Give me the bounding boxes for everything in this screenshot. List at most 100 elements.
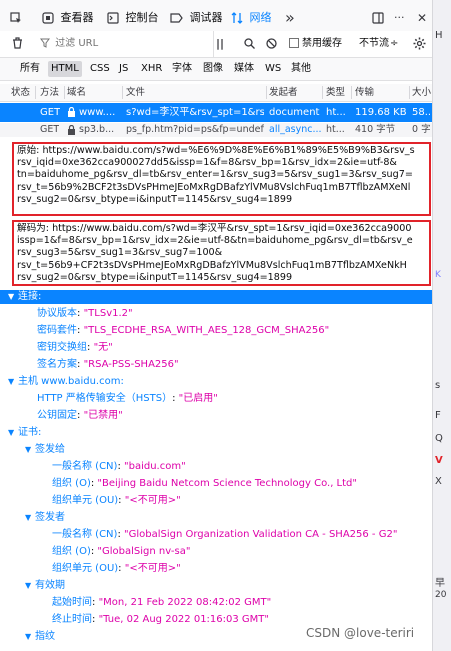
cipher-value: "TLS_ECDHE_RSA_WITH_AES_128_GCM_SHA256" bbox=[83, 325, 330, 336]
tree-row-issuer-o[interactable]: 组织 (O): "GlobalSign nv-sa" bbox=[52, 545, 190, 559]
protocol-key: 协议版本 bbox=[37, 308, 77, 319]
issuer-ou-key: 组织单元 (OU) bbox=[52, 563, 119, 574]
hsts-value: "已启用" bbox=[178, 393, 218, 404]
issuer-cn-value: "GlobalSign Organization Validation CA -… bbox=[124, 529, 398, 540]
expand-arrow-icon: ▼ bbox=[25, 445, 32, 454]
col-domain[interactable]: 域名 bbox=[67, 84, 86, 101]
request-initiator[interactable]: all_async... bbox=[269, 123, 321, 137]
cn-value: "baidu.com" bbox=[124, 461, 186, 472]
request-table-header: 状态 方法 域名 文件 发起者 类型 传输 大小 bbox=[0, 84, 432, 102]
connection-label: 连接: bbox=[18, 291, 42, 302]
ou-key: 组织单元 (OU) bbox=[52, 495, 119, 506]
o-value: "Beijing Baidu Netcom Science Technology… bbox=[97, 478, 357, 489]
type-tab-fonts[interactable]: 字体 bbox=[169, 61, 195, 77]
decoded-url-line: issp=1&f=8&rsv_bp=1&rsv_idx=2&ie=utf-8&t… bbox=[17, 235, 413, 247]
col-initiator[interactable]: 发起者 bbox=[269, 84, 298, 101]
pinning-value: "已禁用" bbox=[83, 410, 123, 421]
request-method: GET bbox=[40, 107, 61, 118]
throttle-select[interactable]: 不节流÷ bbox=[359, 31, 398, 57]
issuer-o-value: "GlobalSign nv-sa" bbox=[97, 546, 191, 557]
tree-node-connection[interactable]: ▼ 连接: bbox=[0, 290, 432, 304]
type-tab-ws[interactable]: WS bbox=[262, 61, 284, 77]
type-tab-js[interactable]: JS bbox=[116, 61, 131, 77]
tree-row-pinning[interactable]: 公钥固定: "已禁用" bbox=[37, 409, 123, 423]
kex-key: 密钥交换组 bbox=[37, 342, 87, 353]
original-url-line: rsv_t=56b9%2BCF2t3sDVsPHmeJEoMxRgDBafzYl… bbox=[17, 181, 411, 193]
disable-cache-checkbox[interactable] bbox=[289, 38, 299, 48]
network-arrows-icon bbox=[231, 12, 243, 24]
throttle-arrow-icon: ÷ bbox=[390, 38, 399, 49]
decoded-url-box: 解码为: https://www.baidu.com/s?wd=李汉平&rsv_… bbox=[12, 220, 431, 286]
trash-icon bbox=[13, 37, 22, 49]
type-tab-images[interactable]: 图像 bbox=[200, 61, 226, 77]
tree-row-kex[interactable]: 密钥交换组: "无" bbox=[37, 341, 113, 355]
col-transfer[interactable]: 传输 bbox=[355, 84, 374, 101]
tree-row-issuer-ou[interactable]: 组织单元 (OU): "<不可用>" bbox=[52, 562, 181, 576]
filter-url-input[interactable]: 过滤 URL bbox=[40, 31, 205, 57]
expand-arrow-icon: ▼ bbox=[25, 581, 32, 590]
request-size: 58... bbox=[412, 107, 432, 118]
certificate-label: 证书: bbox=[18, 427, 42, 438]
tab-console-label: 控制台 bbox=[125, 11, 159, 24]
col-method[interactable]: 方法 bbox=[40, 84, 59, 101]
type-tab-css[interactable]: CSS bbox=[87, 61, 113, 77]
expand-arrow-icon: ▼ bbox=[8, 377, 15, 386]
decoded-url-line: rsv_t=56b9+CF2t3sDVsPHmeJEoMxRgDBafzYlVM… bbox=[17, 259, 407, 271]
tree-row-subject-o[interactable]: 组织 (O): "Beijing Baidu Netcom Science Te… bbox=[52, 477, 357, 491]
tree-row-issuer-cn[interactable]: 一般名称 (CN): "GlobalSign Organization Vali… bbox=[52, 528, 397, 542]
request-transfer: 410 字节 bbox=[355, 124, 396, 135]
pause-button[interactable]: || bbox=[216, 31, 224, 57]
col-size[interactable]: 大小 bbox=[412, 84, 431, 101]
tree-node-fingerprint[interactable]: ▼ 指纹 bbox=[25, 630, 55, 644]
type-tab-other[interactable]: 其他 bbox=[288, 61, 314, 77]
search-button[interactable] bbox=[244, 31, 255, 57]
clear-button[interactable] bbox=[12, 31, 23, 57]
disable-cache-toggle[interactable]: 禁用缓存 bbox=[289, 31, 342, 57]
search-icon bbox=[244, 37, 255, 49]
hsts-key: HTTP 严格传输安全（HSTS） bbox=[37, 393, 173, 404]
type-tab-xhr[interactable]: XHR bbox=[138, 61, 165, 77]
col-file[interactable]: 文件 bbox=[126, 84, 145, 101]
table-row[interactable]: 200 GET www.... s?wd=李汉平&rsv_spt=1&rsv_i… bbox=[0, 103, 432, 122]
gear-icon bbox=[413, 37, 426, 49]
lock-icon bbox=[67, 123, 76, 137]
o-key: 组织 (O) bbox=[52, 478, 91, 489]
block-button[interactable] bbox=[266, 31, 277, 57]
table-row[interactable]: 200 GET sp3.b... ps_fp.htm?pid=ps&fp=und… bbox=[0, 123, 432, 137]
tree-row-valid-to[interactable]: 终止时间: "Tue, 02 Aug 2022 01:16:03 GMT" bbox=[52, 613, 269, 627]
type-tab-media[interactable]: 媒体 bbox=[231, 61, 257, 77]
tree-node-issuer[interactable]: ▼ 签发者 bbox=[25, 511, 65, 525]
tree-node-certificate[interactable]: ▼ 证书: bbox=[8, 426, 41, 440]
background-page-text: X bbox=[435, 476, 442, 487]
console-icon bbox=[107, 12, 119, 24]
tree-row-cipher[interactable]: 密码套件: "TLS_ECDHE_RSA_WITH_AES_128_GCM_SH… bbox=[37, 324, 329, 338]
tree-row-subject-cn[interactable]: 一般名称 (CN): "baidu.com" bbox=[52, 460, 186, 474]
tree-row-protocol[interactable]: 协议版本: "TLSv1.2" bbox=[37, 307, 133, 321]
col-divider bbox=[122, 86, 123, 99]
background-page-text: 20 bbox=[435, 590, 447, 600]
element-picker-icon bbox=[10, 12, 21, 23]
tree-row-valid-from[interactable]: 起始时间: "Mon, 21 Feb 2022 08:42:02 GMT" bbox=[52, 596, 271, 610]
tree-row-subject-ou[interactable]: 组织单元 (OU): "<不可用>" bbox=[52, 494, 181, 508]
request-domain: sp3.b... bbox=[79, 124, 115, 135]
lock-icon bbox=[67, 103, 76, 122]
tree-row-signature[interactable]: 签名方案: "RSA-PSS-SHA256" bbox=[37, 358, 179, 372]
request-type-tabs: 所有 HTML CSS JS XHR 字体 图像 媒体 WS 其他 bbox=[0, 58, 432, 81]
settings-button[interactable] bbox=[413, 31, 426, 57]
validity-label: 有效期 bbox=[35, 580, 65, 591]
col-status[interactable]: 状态 bbox=[11, 84, 30, 101]
col-type[interactable]: 类型 bbox=[326, 84, 345, 101]
tree-node-issued-to[interactable]: ▼ 签发给 bbox=[25, 443, 65, 457]
tree-node-host[interactable]: ▼ 主机 www.baidu.com: bbox=[8, 375, 124, 389]
cipher-key: 密码套件 bbox=[37, 325, 77, 336]
col-divider bbox=[35, 86, 36, 99]
valid-to-value: "Tue, 02 Aug 2022 01:16:03 GMT" bbox=[98, 614, 270, 625]
filter-bar: 过滤 URL || 禁用缓存 不节流÷ bbox=[0, 31, 432, 58]
issued-to-label: 签发给 bbox=[35, 444, 65, 455]
tree-row-hsts[interactable]: HTTP 严格传输安全（HSTS）: "已启用" bbox=[37, 392, 218, 406]
pinning-key: 公钥固定 bbox=[37, 410, 77, 421]
original-url-line: rsv_iqid=0xe362cca900027dd5&issp=1&f=8&r… bbox=[17, 157, 397, 169]
type-tab-html[interactable]: HTML bbox=[48, 61, 82, 77]
type-tab-all[interactable]: 所有 bbox=[17, 61, 43, 77]
tree-node-validity[interactable]: ▼ 有效期 bbox=[25, 579, 65, 593]
